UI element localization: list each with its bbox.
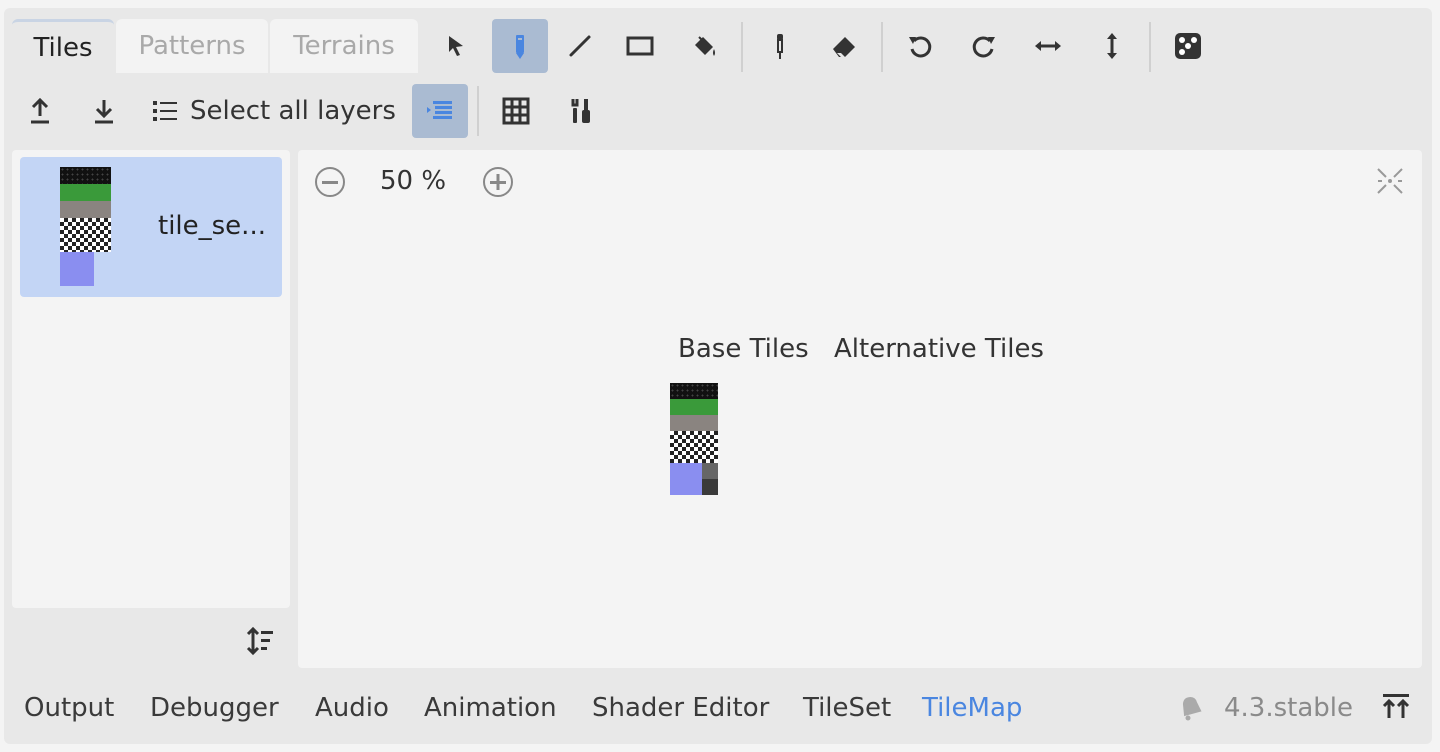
tile-thumbnail-grass (60, 184, 111, 201)
atlas-tile-dirt[interactable] (670, 383, 718, 399)
center-view-icon (1377, 168, 1403, 194)
zoom-level[interactable]: 50 % (380, 166, 446, 196)
expand-bottom-panel-button[interactable] (1380, 690, 1412, 722)
bottom-tab-output[interactable]: Output (24, 686, 114, 730)
highlight-list-icon (427, 101, 452, 119)
tab-terrains[interactable]: Terrains (270, 19, 418, 73)
zoom-out-button[interactable] (314, 166, 346, 198)
tile-thumbnail-checker (60, 218, 111, 252)
atlas-tile-grass[interactable] (670, 399, 718, 415)
toolbar-separator (741, 22, 743, 72)
list-icon (153, 101, 177, 121)
flip-horizontal-button[interactable] (1020, 19, 1076, 73)
toggle-grid-button[interactable] (488, 84, 544, 138)
toolbar-separator (1149, 22, 1151, 72)
base-tiles-label: Base Tiles (678, 334, 809, 364)
bottom-tab-shader-editor[interactable]: Shader Editor (592, 686, 769, 730)
list-item[interactable]: tile_se... (20, 157, 282, 297)
sort-icon (246, 626, 273, 656)
alternative-tiles-label: Alternative Tiles (834, 334, 1044, 364)
atlas-tile-charcoal[interactable] (702, 479, 718, 495)
arrow-down-icon (95, 100, 113, 124)
bucket-fill-icon (695, 36, 715, 56)
select-all-layers-button[interactable]: Select all layers (150, 84, 400, 138)
toolbar-separator (477, 86, 479, 136)
tab-tiles[interactable]: Tiles (12, 19, 114, 73)
bell-icon (1182, 697, 1202, 721)
highlight-layer-button[interactable] (412, 84, 468, 138)
bottom-tab-tileset[interactable]: TileSet (803, 686, 891, 730)
select-tool-button[interactable] (428, 19, 484, 73)
bottom-tab-debugger[interactable]: Debugger (150, 686, 279, 730)
tile-thumbnail-stone (60, 201, 111, 218)
tools-settings-button[interactable] (552, 84, 608, 138)
grid-icon (502, 97, 530, 125)
rotate-right-icon (972, 36, 995, 58)
center-view-button[interactable] (1374, 165, 1406, 197)
picker-tool-button[interactable] (752, 19, 808, 73)
rectangle-icon (626, 36, 654, 56)
atlas-tile-checker[interactable] (670, 431, 718, 463)
rotate-left-icon (909, 36, 932, 58)
expand-panel-icon (1382, 694, 1410, 718)
rotate-right-button[interactable] (956, 19, 1012, 73)
bottom-tab-audio[interactable]: Audio (315, 686, 389, 730)
notifications-button[interactable] (1176, 692, 1206, 722)
toolbar-separator (881, 22, 883, 72)
zoom-in-button[interactable] (482, 166, 514, 198)
eyedropper-icon (777, 34, 783, 59)
tile-source-label: tile_se... (158, 211, 266, 241)
select-arrow-icon (449, 36, 463, 56)
layer-down-button[interactable] (76, 84, 132, 138)
rect-tool-button[interactable] (612, 19, 668, 73)
tile-thumbnail-dirt (60, 167, 111, 184)
random-tile-button[interactable] (1160, 19, 1216, 73)
random-dice-icon (1175, 33, 1201, 59)
atlas-tile-water[interactable] (670, 463, 702, 495)
tile-thumbnail-water (60, 252, 94, 286)
line-icon (569, 35, 591, 57)
flip-vertical-icon (1107, 33, 1117, 59)
flip-horizontal-icon (1035, 41, 1061, 51)
bucket-tool-button[interactable] (676, 19, 732, 73)
eraser-tool-button[interactable] (816, 19, 872, 73)
line-tool-button[interactable] (552, 19, 608, 73)
flip-vertical-button[interactable] (1084, 19, 1140, 73)
tab-patterns[interactable]: Patterns (116, 19, 268, 73)
atlas-tile-stone[interactable] (670, 415, 718, 431)
bottom-tab-animation[interactable]: Animation (424, 686, 557, 730)
zoom-out-icon (315, 167, 345, 197)
tile-atlas-view (298, 150, 1422, 668)
select-all-layers-label: Select all layers (190, 96, 396, 126)
rotate-left-button[interactable] (892, 19, 948, 73)
paint-tool-button[interactable] (492, 19, 548, 73)
zoom-in-icon (483, 167, 513, 197)
wrench-screwdriver-icon (571, 99, 590, 123)
bottom-tab-tilemap[interactable]: TileMap (922, 686, 1022, 730)
eraser-icon (833, 37, 855, 57)
layer-up-button[interactable] (12, 84, 68, 138)
version-label: 4.3.stable (1224, 693, 1354, 723)
sort-sources-button[interactable] (246, 626, 278, 658)
atlas-tile-dark-gray[interactable] (702, 463, 718, 479)
arrow-up-icon (31, 97, 49, 124)
pencil-icon (516, 35, 524, 59)
